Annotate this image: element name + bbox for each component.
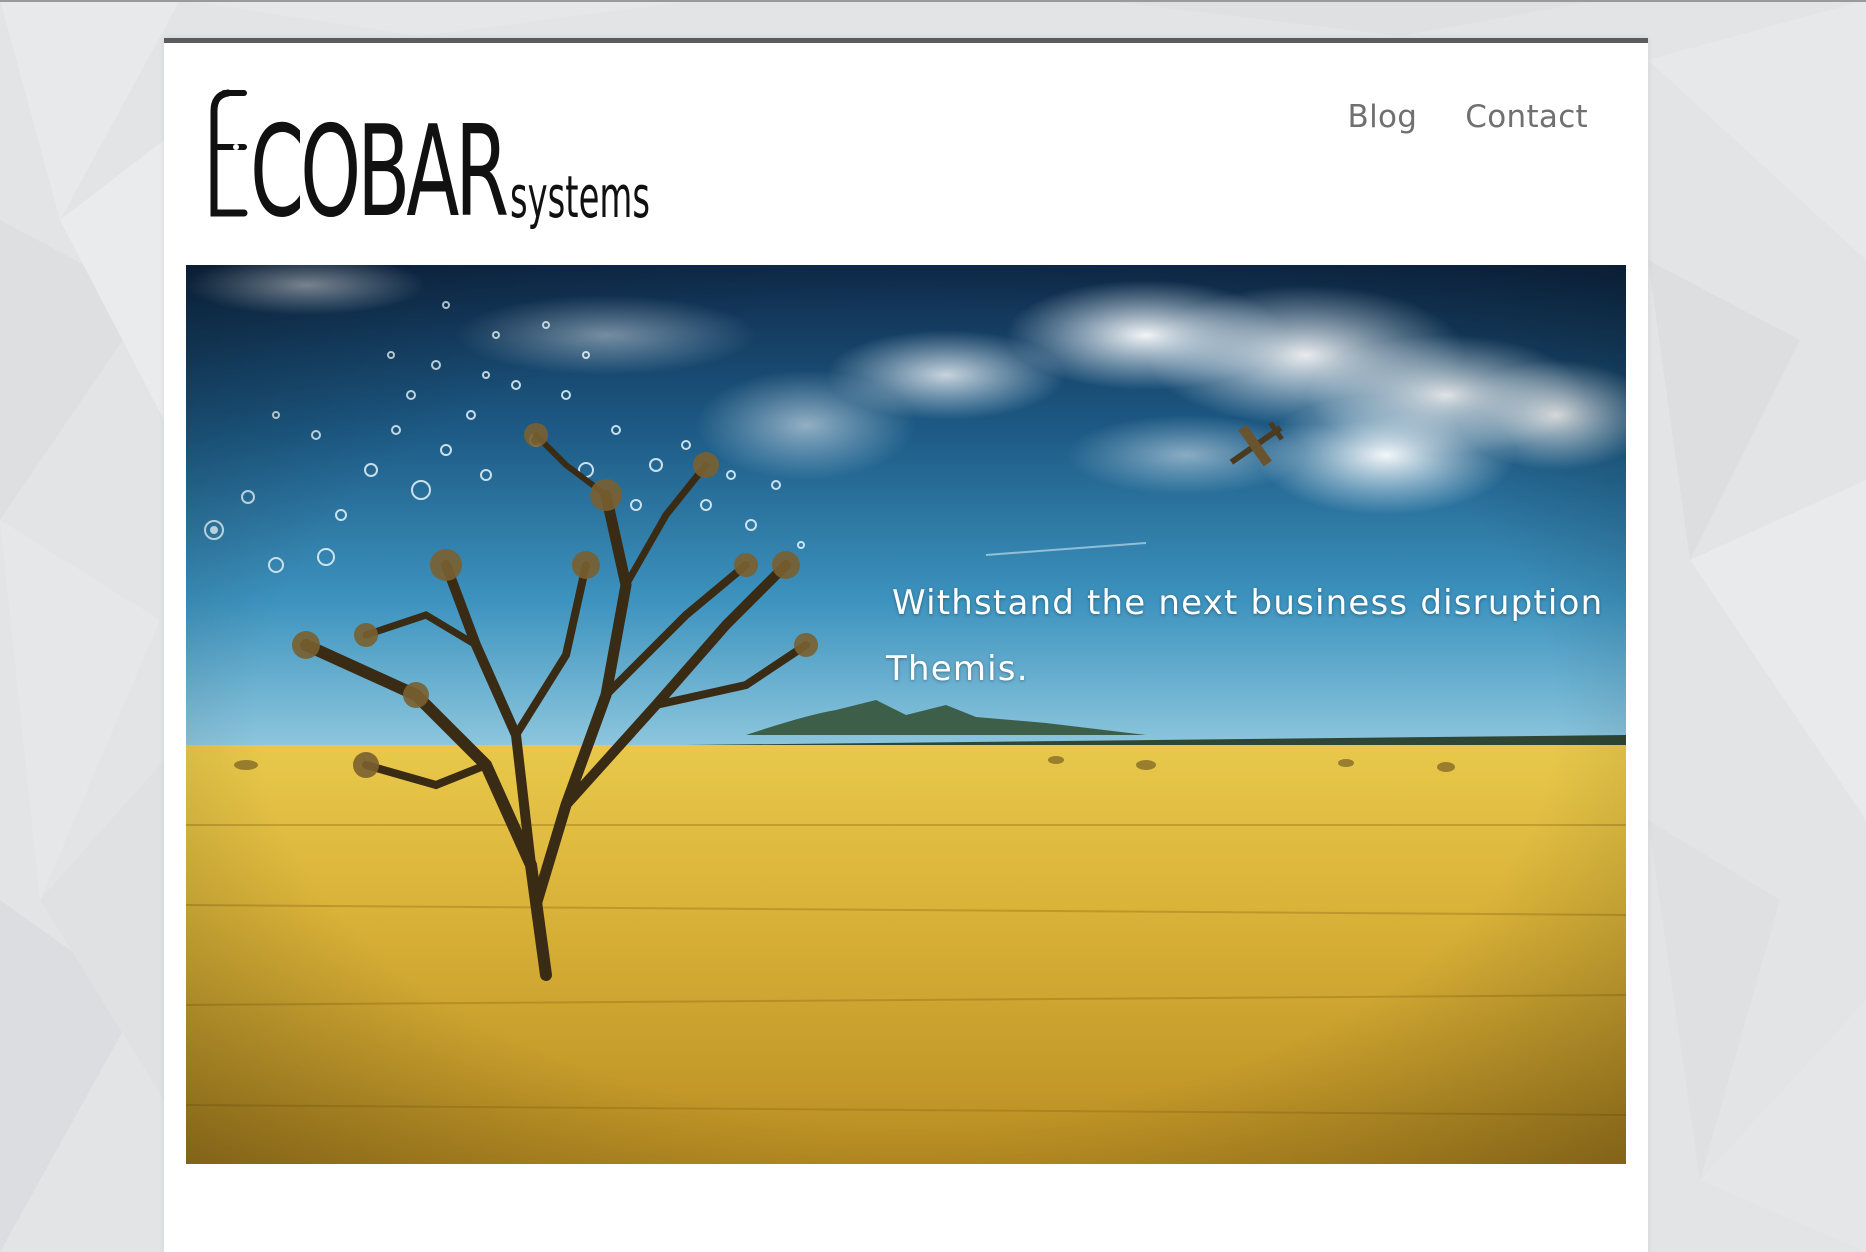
top-rule [0,0,1866,2]
hero-landscape-image [186,265,1626,1164]
nav-link-blog[interactable]: Blog [1348,99,1418,135]
hero-banner: Withstand the next business disruption T… [186,265,1626,1164]
site-logo[interactable]: COBAR systems [200,83,660,233]
hero-subline: Themis. [886,649,1029,689]
main-nav: Blog Contact [1348,99,1588,135]
nav-link-contact[interactable]: Contact [1465,99,1588,135]
hero-headline: Withstand the next business disruption [892,583,1604,623]
logo-graphic: COBAR systems [210,89,650,233]
logo-sub-text: systems [510,163,650,231]
page-card: COBAR systems Blog Contact Withstand the… [164,38,1648,1252]
logo-main-text: COBAR [250,98,507,233]
